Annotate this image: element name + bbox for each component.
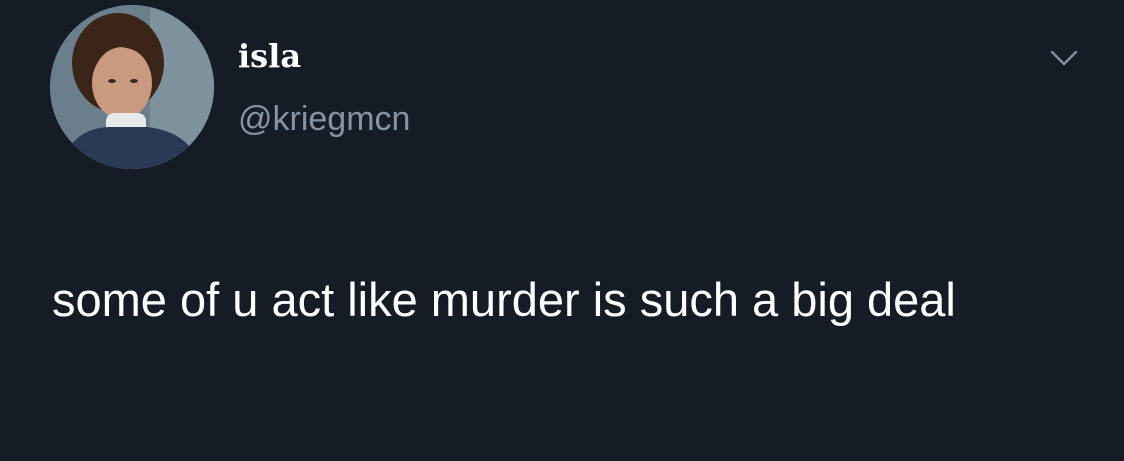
chevron-down-icon[interactable]: [1044, 40, 1084, 76]
author-handle[interactable]: @kriegmcn: [238, 99, 410, 139]
avatar[interactable]: [50, 5, 214, 169]
tweet-text: some of u act like murder is such a big …: [52, 273, 956, 326]
tweet-card: isla @kriegmcn some of u act like murder…: [0, 0, 1124, 461]
avatar-image: [50, 5, 214, 169]
author-display-name[interactable]: isla: [238, 36, 301, 76]
